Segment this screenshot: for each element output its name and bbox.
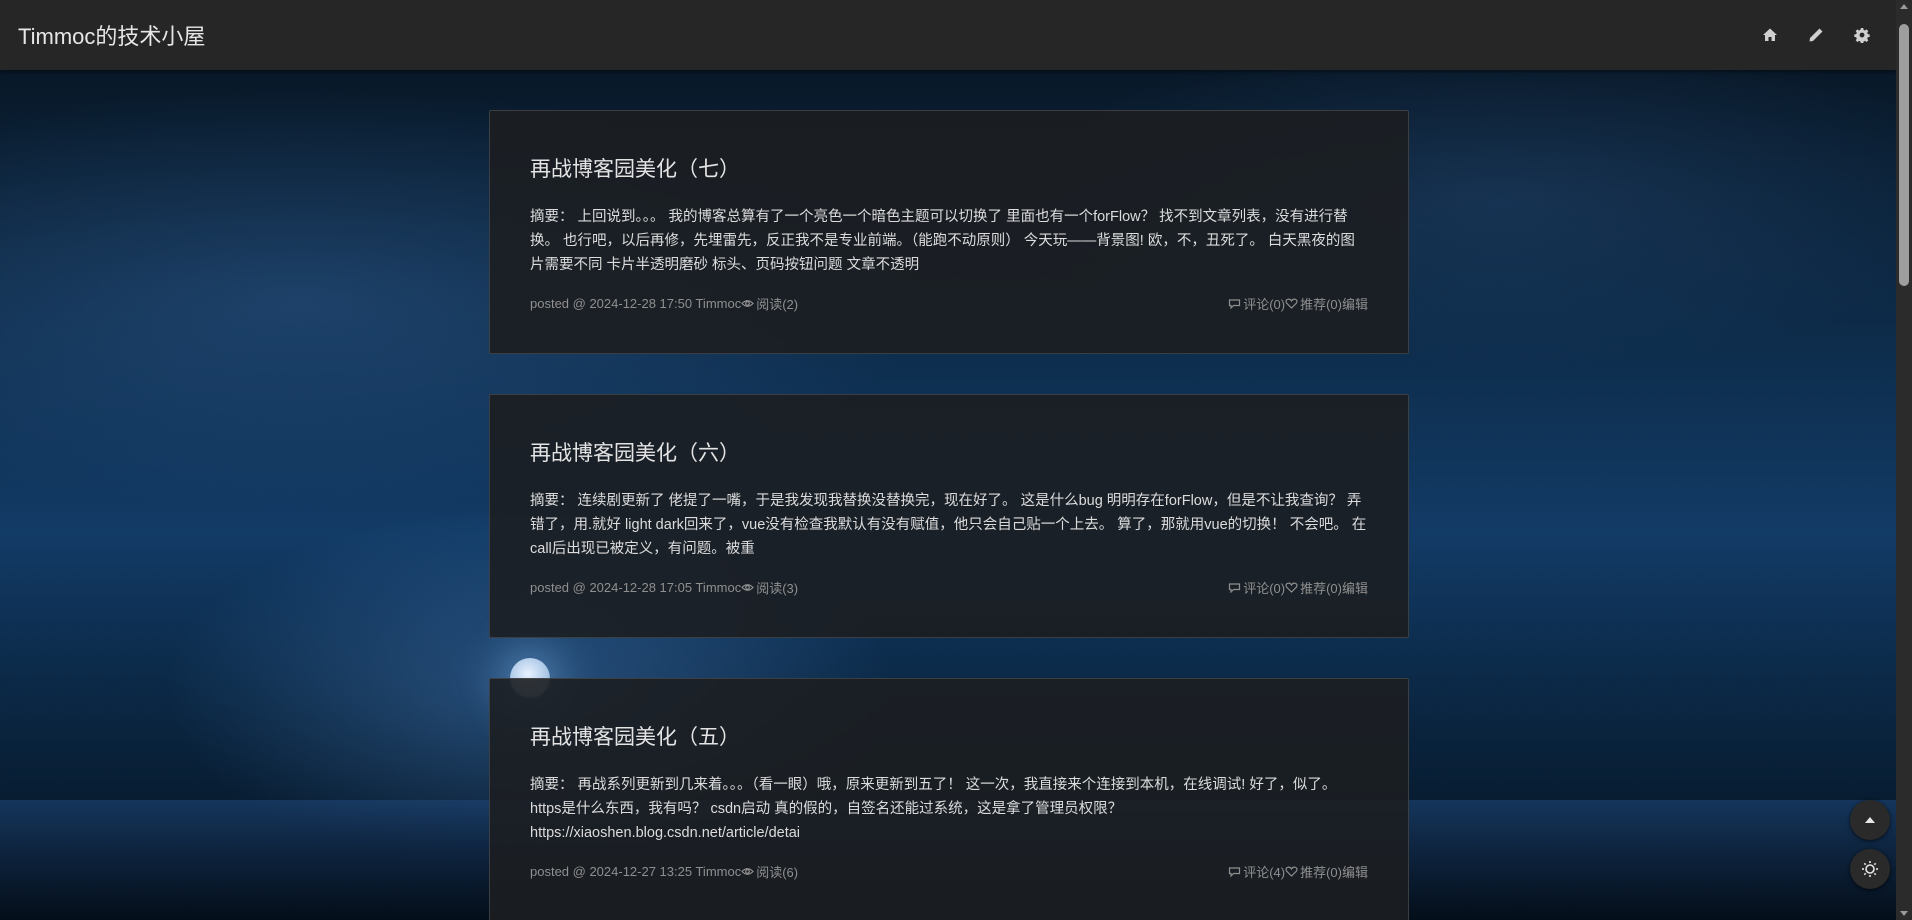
post-title[interactable]: 再战博客园美化（七） xyxy=(530,153,1368,183)
post-title[interactable]: 再战博客园美化（六） xyxy=(530,437,1368,467)
post-summary: 摘要： 连续剧更新了 佬提了一嘴，于是我发现我替换没替换完，现在好了。 这是什么… xyxy=(530,493,1367,557)
home-icon[interactable] xyxy=(1762,27,1778,43)
edit-link[interactable]: 编辑 xyxy=(1342,294,1368,313)
post-meta: posted @ 2024-12-28 17:50 Timmoc 阅读(2) 评… xyxy=(530,294,1368,313)
edit-link[interactable]: 编辑 xyxy=(1342,578,1368,597)
recommend-link[interactable]: 推荐(0) xyxy=(1300,578,1342,597)
back-to-top-button[interactable] xyxy=(1850,800,1890,840)
eye-icon xyxy=(741,582,755,593)
heart-icon xyxy=(1285,866,1298,877)
top-navbar: Timmoc的技术小屋 xyxy=(0,0,1896,70)
comment-link[interactable]: 评论(0) xyxy=(1243,294,1285,313)
post-list: 再战博客园美化（七） 摘要： 上回说到。。。 我的博客总算有了一个亮色一个暗色主… xyxy=(489,110,1409,920)
comment-link[interactable]: 评论(0) xyxy=(1243,578,1285,597)
recommend-link[interactable]: 推荐(0) xyxy=(1300,294,1342,313)
post-card: 再战博客园美化（五） 摘要： 再战系列更新到几来着。。。（看一眼）哦，原来更新到… xyxy=(489,678,1409,920)
theme-toggle-button[interactable] xyxy=(1850,849,1890,889)
view-count: 阅读(2) xyxy=(756,297,799,312)
post-card: 再战博客园美化（七） 摘要： 上回说到。。。 我的博客总算有了一个亮色一个暗色主… xyxy=(489,110,1409,354)
post-summary: 摘要： 再战系列更新到几来着。。。（看一眼）哦，原来更新到五了！ 这一次，我直接… xyxy=(530,777,1337,841)
comment-icon xyxy=(1228,866,1241,877)
eye-icon xyxy=(741,866,755,877)
theme-toggle-icon xyxy=(1861,860,1879,878)
heart-icon xyxy=(1285,298,1298,309)
recommend-link[interactable]: 推荐(0) xyxy=(1300,862,1342,881)
comment-link[interactable]: 评论(4) xyxy=(1243,862,1285,881)
eye-icon xyxy=(741,298,755,309)
nav-icons xyxy=(1762,27,1878,43)
post-date-author: posted @ 2024-12-28 17:05 Timmoc xyxy=(530,580,742,595)
post-title[interactable]: 再战博客园美化（五） xyxy=(530,721,1368,751)
scroll-down-arrow-icon[interactable] xyxy=(1900,911,1908,916)
post-card: 再战博客园美化（六） 摘要： 连续剧更新了 佬提了一嘴，于是我发现我替换没替换完… xyxy=(489,394,1409,638)
view-count: 阅读(3) xyxy=(756,581,799,596)
post-meta: posted @ 2024-12-28 17:05 Timmoc 阅读(3) 评… xyxy=(530,578,1368,597)
heart-icon xyxy=(1285,582,1298,593)
comment-icon xyxy=(1228,582,1241,593)
scroll-up-arrow-icon[interactable] xyxy=(1900,4,1908,9)
back-to-top-icon xyxy=(1864,816,1876,824)
comment-icon xyxy=(1228,298,1241,309)
post-summary: 摘要： 上回说到。。。 我的博客总算有了一个亮色一个暗色主题可以切换了 里面也有… xyxy=(530,209,1355,273)
scrollbar[interactable] xyxy=(1896,0,1912,920)
view-count: 阅读(6) xyxy=(756,865,799,880)
post-date-author: posted @ 2024-12-27 13:25 Timmoc xyxy=(530,864,742,879)
edit-link[interactable]: 编辑 xyxy=(1342,862,1368,881)
post-date-author: posted @ 2024-12-28 17:50 Timmoc xyxy=(530,296,742,311)
settings-icon[interactable] xyxy=(1854,27,1870,43)
post-meta: posted @ 2024-12-27 13:25 Timmoc 阅读(6) 评… xyxy=(530,862,1368,881)
scroll-thumb[interactable] xyxy=(1899,24,1909,286)
site-title[interactable]: Timmoc的技术小屋 xyxy=(18,19,205,51)
edit-icon[interactable] xyxy=(1808,27,1824,43)
